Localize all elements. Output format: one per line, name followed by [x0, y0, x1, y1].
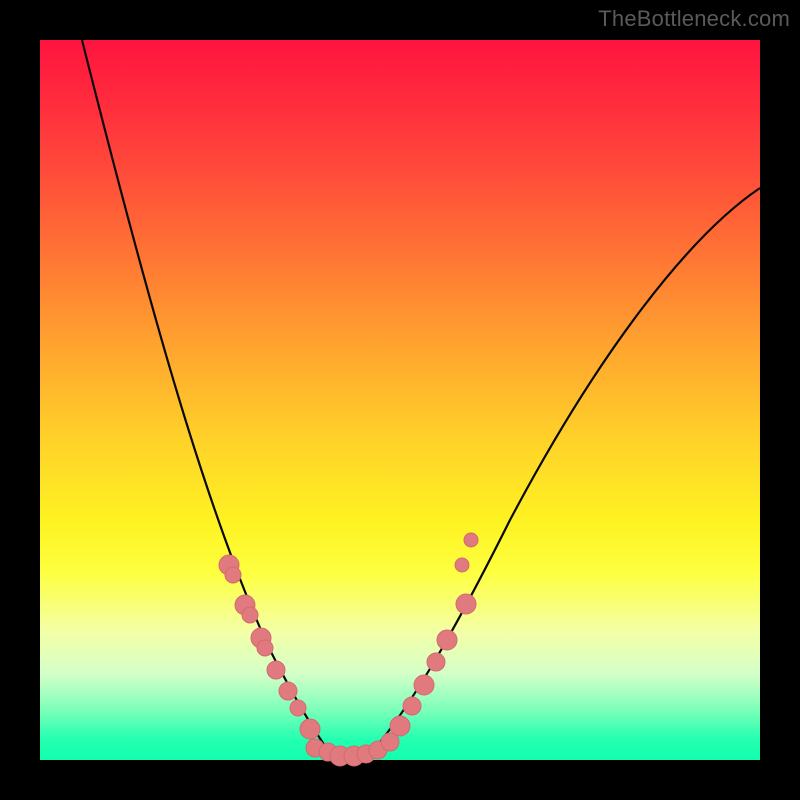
data-marker — [225, 567, 241, 583]
data-marker — [456, 594, 476, 614]
data-marker — [279, 682, 297, 700]
chart-svg — [40, 40, 760, 760]
data-marker — [267, 661, 285, 679]
left-curve — [82, 40, 335, 760]
data-marker — [290, 700, 306, 716]
data-marker — [464, 533, 478, 547]
markers-group — [219, 533, 478, 766]
data-marker — [427, 653, 445, 671]
data-marker — [257, 640, 273, 656]
plot-area — [40, 40, 760, 760]
data-marker — [414, 675, 434, 695]
right-curve — [365, 188, 760, 760]
data-marker — [403, 697, 421, 715]
data-marker — [437, 630, 457, 650]
watermark-text: TheBottleneck.com — [598, 6, 790, 32]
chart-frame: TheBottleneck.com — [0, 0, 800, 800]
data-marker — [242, 607, 258, 623]
data-marker — [300, 719, 320, 739]
data-marker — [390, 716, 410, 736]
data-marker — [455, 558, 469, 572]
